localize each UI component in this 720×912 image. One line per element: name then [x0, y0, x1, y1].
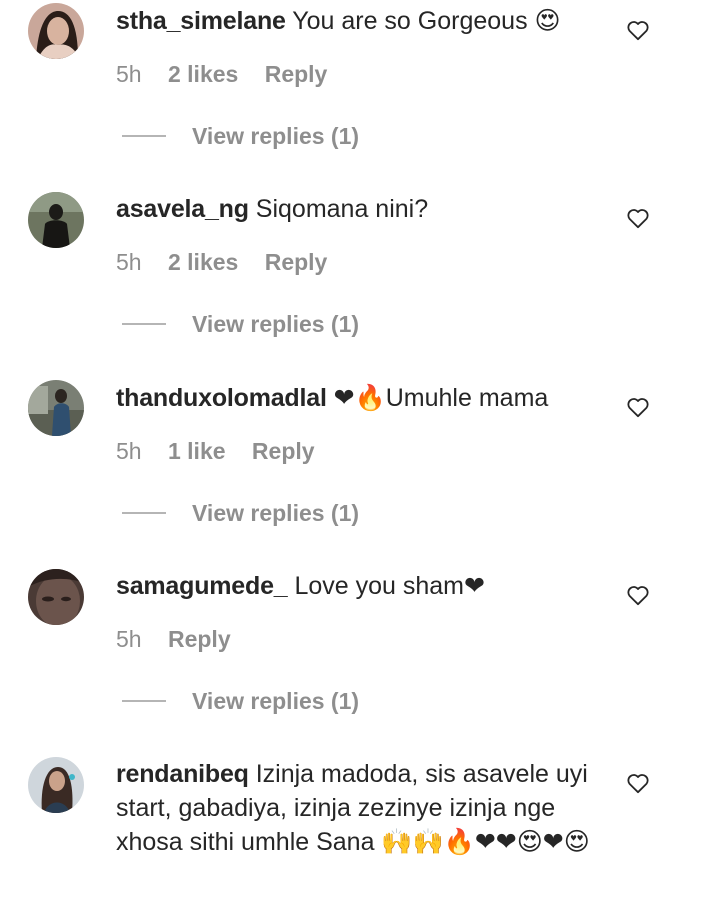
comment-timestamp: 5h [116, 61, 142, 87]
avatar[interactable] [28, 380, 84, 436]
heart-outline-icon[interactable] [626, 772, 650, 794]
view-replies-label: View replies (1) [192, 122, 360, 149]
comment-meta: 5h 1 like Reply [116, 436, 315, 466]
view-replies-button[interactable]: View replies (1) [122, 309, 359, 339]
view-replies-button[interactable]: View replies (1) [122, 686, 359, 716]
comment-timestamp: 5h [116, 438, 142, 464]
comment-text: thanduxolomadlal ❤🔥Umuhle mama [116, 381, 596, 415]
heart-outline-icon[interactable] [626, 19, 650, 41]
comment-username[interactable]: thanduxolomadlal [116, 384, 327, 412]
heart-outline-icon[interactable] [626, 396, 650, 418]
divider-line [122, 323, 166, 325]
comment-likes-count[interactable]: 2 likes [168, 249, 238, 275]
comment-text: stha_simelane You are so Gorgeous 😍 [116, 4, 596, 38]
heart-outline-icon[interactable] [626, 584, 650, 606]
divider-line [122, 700, 166, 702]
view-replies-button[interactable]: View replies (1) [122, 498, 359, 528]
comment-text: samagumede_ Love you sham❤ [116, 569, 596, 603]
avatar[interactable] [28, 569, 84, 625]
comment-body: Love you sham❤ [294, 572, 485, 600]
reply-button[interactable]: Reply [265, 249, 328, 275]
avatar[interactable] [28, 3, 84, 59]
reply-button[interactable]: Reply [168, 626, 231, 652]
comment-likes-count[interactable]: 2 likes [168, 61, 238, 87]
comment-text: asavela_ng Siqomana nini? [116, 192, 596, 226]
comment-username[interactable]: stha_simelane [116, 7, 286, 35]
view-replies-label: View replies (1) [192, 499, 360, 526]
comment-username[interactable]: rendanibeq [116, 760, 249, 788]
comment-body: Siqomana nini? [255, 195, 429, 223]
avatar[interactable] [28, 192, 84, 248]
comment-meta: 5h 2 likes Reply [116, 59, 327, 89]
divider-line [122, 512, 166, 514]
view-replies-label: View replies (1) [192, 687, 360, 714]
divider-line [122, 135, 166, 137]
reply-button[interactable]: Reply [265, 61, 328, 87]
comment-body: ❤🔥Umuhle mama [333, 384, 549, 412]
comment-likes-count[interactable]: 1 like [168, 438, 226, 464]
heart-outline-icon[interactable] [626, 207, 650, 229]
comment-timestamp: 5h [116, 626, 142, 652]
comment-meta: 5h Reply [116, 624, 231, 654]
comment-timestamp: 5h [116, 249, 142, 275]
comment-meta: 5h 2 likes Reply [116, 247, 327, 277]
comment-username[interactable]: samagumede_ [116, 572, 288, 600]
comment-username[interactable]: asavela_ng [116, 195, 249, 223]
reply-button[interactable]: Reply [252, 438, 315, 464]
view-replies-label: View replies (1) [192, 310, 360, 337]
comment-text: rendanibeq Izinja madoda, sis asavele uy… [116, 757, 596, 859]
avatar[interactable] [28, 757, 84, 813]
view-replies-button[interactable]: View replies (1) [122, 121, 359, 151]
comment-body: You are so Gorgeous 😍 [292, 7, 561, 35]
